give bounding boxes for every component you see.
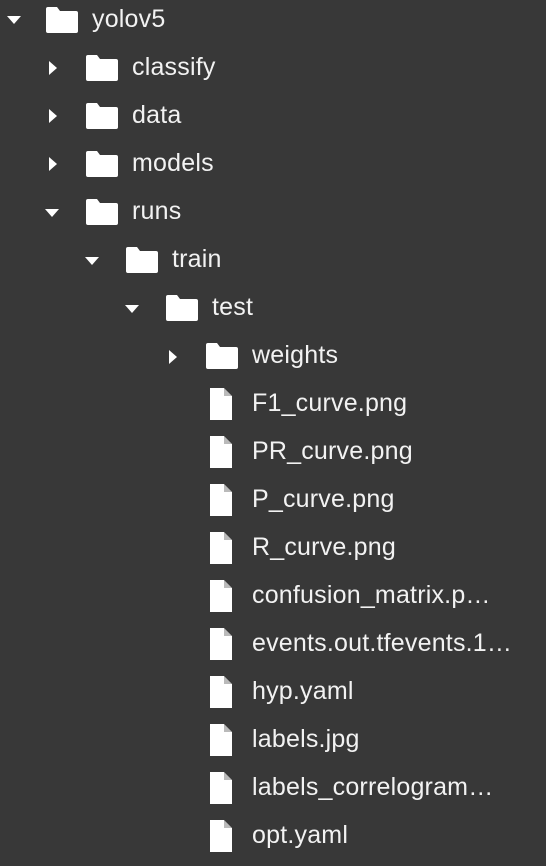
tree-item-file[interactable]: R_curve.png [0,528,546,576]
chevron-down-icon[interactable] [4,8,24,32]
tree-item-label: events.out.tfevents.1… [252,629,513,657]
file-icon [208,386,234,422]
file-icon [208,578,234,614]
tree-item-label: opt.yaml [252,821,349,849]
tree-item-file[interactable]: hyp.yaml [0,672,546,720]
chevron-right-icon[interactable] [162,344,182,368]
chevron-right-icon[interactable] [42,104,62,128]
tree-item-label: labels_correlogram… [252,773,494,801]
tree-item-runs[interactable]: runs [0,192,546,240]
tree-item-label: test [212,293,254,321]
folder-icon [125,246,159,274]
file-icon [208,482,234,518]
tree-item-file[interactable]: opt.yaml [0,816,546,864]
folder-icon [205,342,239,370]
tree-item-file[interactable]: events.out.tfevents.1… [0,624,546,672]
chevron-right-icon[interactable] [42,152,62,176]
file-icon [208,818,234,854]
tree-item-file[interactable]: labels.jpg [0,720,546,768]
file-icon [208,626,234,662]
folder-icon [45,6,79,34]
tree-item-test[interactable]: test [0,288,546,336]
tree-item-label: runs [132,197,182,225]
tree-item-file[interactable]: F1_curve.png [0,384,546,432]
file-icon [208,722,234,758]
folder-icon [85,150,119,178]
tree-item-label: train [172,245,222,273]
file-tree: yolov5 classify data models runs train t… [0,0,546,866]
tree-item-file[interactable]: PR_curve.png [0,432,546,480]
tree-item-label: weights [252,341,339,369]
tree-item-label: models [132,149,214,177]
tree-item-models[interactable]: models [0,144,546,192]
tree-item-label: hyp.yaml [252,677,354,705]
file-icon [208,770,234,806]
folder-icon [85,54,119,82]
folder-icon [85,198,119,226]
tree-item-weights[interactable]: weights [0,336,546,384]
folder-icon [85,102,119,130]
tree-item-label: data [132,101,182,129]
tree-item-label: yolov5 [92,5,166,33]
tree-item-label: PR_curve.png [252,437,413,465]
chevron-down-icon[interactable] [82,248,102,272]
tree-item-train[interactable]: train [0,240,546,288]
tree-item-label: P_curve.png [252,485,395,513]
tree-item-file[interactable]: P_curve.png [0,480,546,528]
tree-item-label: labels.jpg [252,725,360,753]
file-icon [208,530,234,566]
tree-item-label: classify [132,53,216,81]
tree-item-label: confusion_matrix.p… [252,581,491,609]
chevron-right-icon[interactable] [42,56,62,80]
tree-item-yolov5[interactable]: yolov5 [0,0,546,48]
tree-item-classify[interactable]: classify [0,48,546,96]
file-icon [208,674,234,710]
file-icon [208,434,234,470]
tree-item-data[interactable]: data [0,96,546,144]
folder-icon [165,294,199,322]
tree-item-label: R_curve.png [252,533,396,561]
chevron-down-icon[interactable] [122,296,142,320]
chevron-down-icon[interactable] [42,200,62,224]
tree-item-label: F1_curve.png [252,389,408,417]
tree-item-file[interactable]: confusion_matrix.p… [0,576,546,624]
tree-item-file[interactable]: labels_correlogram… [0,768,546,816]
